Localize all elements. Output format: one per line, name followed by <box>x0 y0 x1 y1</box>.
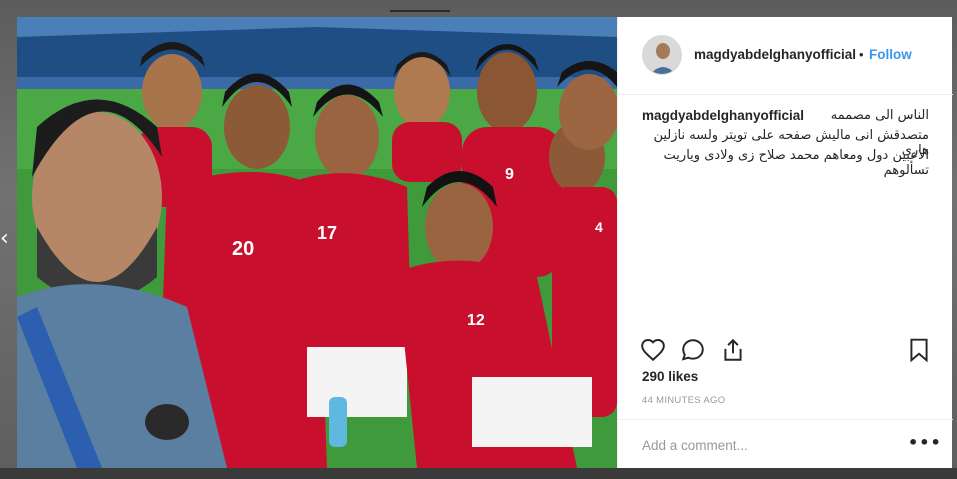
more-options-icon[interactable]: ••• <box>908 433 941 453</box>
username-link[interactable]: magdyabdelghanyofficial <box>694 47 856 62</box>
jersey-number-20: 20 <box>232 238 254 260</box>
caption-section: magdyabdelghanyofficial الناس الى مصممه … <box>618 95 953 337</box>
caption-line-1: الناس الى مصممه <box>830 108 929 123</box>
bookmark-icon[interactable] <box>906 337 932 363</box>
post-details-panel: magdyabdelghanyofficial • Follow magdyab… <box>617 17 953 468</box>
post-header: magdyabdelghanyofficial • Follow <box>618 17 953 95</box>
add-comment-bar: ••• <box>618 419 953 468</box>
modal-top-divider <box>390 10 450 12</box>
jersey-number-17: 17 <box>317 223 337 243</box>
likes-count[interactable]: 290 likes <box>642 369 698 384</box>
post-timestamp[interactable]: 44 MINUTES AGO <box>642 395 725 406</box>
follow-button[interactable]: Follow <box>869 47 912 62</box>
comment-icon[interactable] <box>680 337 706 363</box>
share-icon[interactable] <box>720 337 746 363</box>
caption-username[interactable]: magdyabdelghanyofficial <box>642 108 804 123</box>
avatar[interactable] <box>642 35 682 75</box>
heart-icon[interactable] <box>640 337 666 363</box>
chevron-left-icon[interactable]: ‹ <box>0 228 9 250</box>
jersey-number-9: 9 <box>505 166 514 183</box>
jersey-number-4: 4 <box>595 219 603 235</box>
photo-illustration: 20 17 9 4 12 <box>17 17 617 468</box>
header-separator: • <box>859 47 864 62</box>
caption-line-3: الاعبين دول ومعاهم محمد صلاح زى ولادى وي… <box>663 148 929 178</box>
post-photo[interactable]: 20 17 9 4 12 <box>17 17 617 468</box>
add-comment-input[interactable] <box>642 436 892 454</box>
avatar-image <box>643 36 681 74</box>
jersey-number-12: 12 <box>467 312 485 329</box>
backdrop-strip <box>0 468 957 479</box>
